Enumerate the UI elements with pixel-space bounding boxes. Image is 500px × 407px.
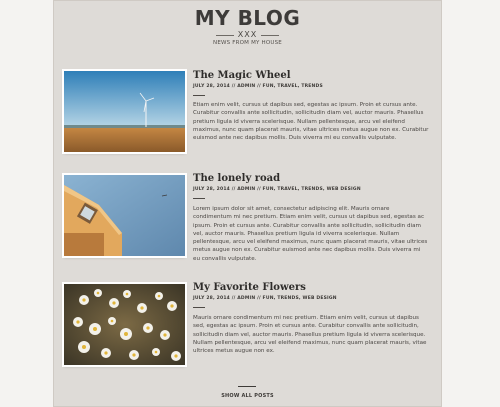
post-excerpt: Mauris ornare condimentum mi nec pretium…: [193, 315, 427, 355]
ornament-line-left: [215, 34, 234, 36]
post-divider: [193, 198, 205, 199]
post-meta[interactable]: JULY 28, 2014 // ADMIN // FUN, TRENDS, W…: [193, 296, 337, 301]
post-title[interactable]: The lonely road: [193, 173, 280, 184]
post-meta[interactable]: JULY 28, 2014 // ADMIN // FUN, TRAVEL, T…: [193, 84, 323, 89]
title-ornament: XXX: [53, 30, 442, 40]
post-thumbnail[interactable]: [64, 175, 185, 256]
show-all-divider: [238, 386, 256, 387]
post-excerpt: Lorem ipsum dolor sit amet, consectetur …: [193, 206, 428, 262]
post-meta[interactable]: JULY 28, 2014 // ADMIN // FUN, TRAVEL, T…: [193, 187, 361, 192]
post-title[interactable]: The Magic Wheel: [193, 70, 291, 81]
post-thumbnail[interactable]: [64, 284, 185, 365]
ornament-line-right: [261, 34, 280, 36]
building-sky-photo: [64, 175, 185, 256]
post-title[interactable]: My Favorite Flowers: [193, 282, 306, 293]
blog-subtitle: NEWS FROM MY HOUSE: [213, 40, 282, 46]
windmill-field-photo: [64, 71, 185, 152]
blog-page: MY BLOG XXX NEWS FROM MY HOUSE The Magic…: [53, 0, 442, 407]
post-excerpt: Etiam enim velit, cursus ut dapibus sed,…: [193, 102, 429, 142]
blog-title[interactable]: MY BLOG: [53, 6, 442, 30]
ornament-text: XXX: [237, 30, 258, 39]
post-divider: [193, 95, 205, 96]
blog-header: MY BLOG XXX NEWS FROM MY HOUSE: [53, 0, 442, 50]
daisies-photo: [64, 284, 185, 365]
post-divider: [193, 307, 205, 308]
post-thumbnail[interactable]: [64, 71, 185, 152]
show-all-posts-link[interactable]: SHOW ALL POSTS: [53, 393, 442, 399]
